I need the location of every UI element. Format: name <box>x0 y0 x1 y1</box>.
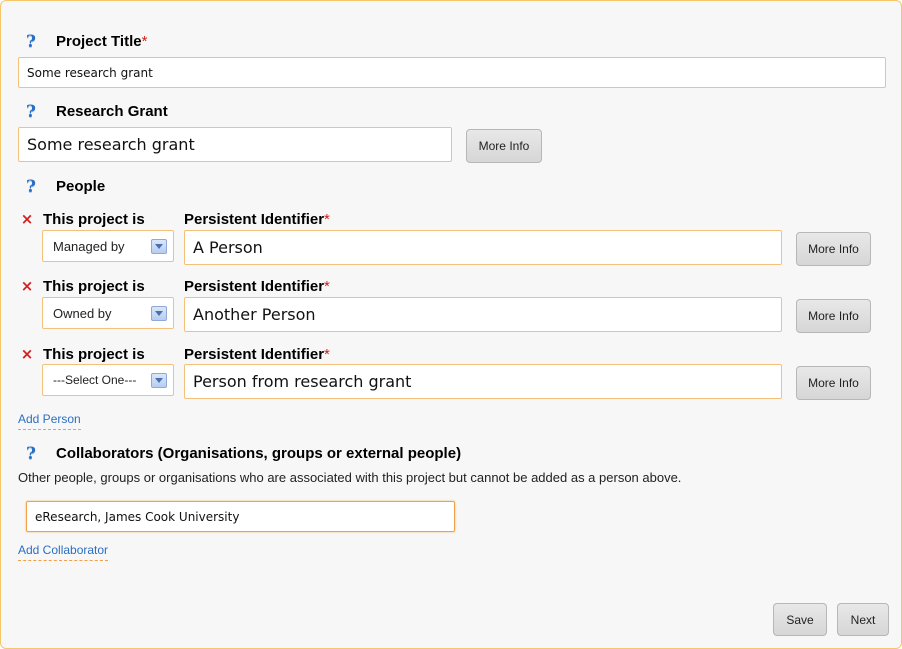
persistent-identifier-input[interactable]: Another Person <box>184 297 782 332</box>
persistent-identifier-label: Persistent Identifier <box>184 211 325 228</box>
project-title-heading: Project Title* <box>56 33 147 51</box>
persistent-identifier-heading: Persistent Identifier* <box>184 278 330 296</box>
chevron-down-icon <box>151 306 167 321</box>
persistent-identifier-heading: Persistent Identifier* <box>184 346 330 364</box>
required-mark: * <box>324 346 330 363</box>
help-icon[interactable]: ? <box>23 33 39 51</box>
required-mark: * <box>324 278 330 295</box>
relation-select-value: Owned by <box>53 305 112 321</box>
research-grant-input[interactable]: Some research grant <box>18 127 452 162</box>
required-mark: * <box>141 33 148 50</box>
collaborators-label: Collaborators (Organisations, groups or … <box>56 445 462 462</box>
person-more-info-button[interactable]: More Info <box>796 366 871 400</box>
remove-person-icon[interactable]: × <box>20 346 34 362</box>
persistent-identifier-input[interactable]: A Person <box>184 230 782 265</box>
next-button[interactable]: Next <box>837 603 889 636</box>
persistent-identifier-heading: Persistent Identifier* <box>184 211 330 229</box>
add-person-link[interactable]: Add Person <box>18 412 81 430</box>
chevron-down-icon <box>151 239 167 254</box>
add-collaborator-link[interactable]: Add Collaborator <box>18 543 109 561</box>
relation-select[interactable]: Owned by <box>42 297 174 329</box>
collaborators-description: Other people, groups or organisations wh… <box>18 470 682 485</box>
person-more-info-button[interactable]: More Info <box>796 232 871 266</box>
help-icon[interactable]: ? <box>23 178 39 196</box>
help-icon[interactable]: ? <box>23 445 39 463</box>
research-grant-label: Research Grant <box>56 103 168 120</box>
relation-label: This project is <box>43 278 145 295</box>
chevron-down-icon <box>151 373 167 388</box>
people-label: People <box>56 178 106 195</box>
remove-person-icon[interactable]: × <box>20 211 34 227</box>
save-button[interactable]: Save <box>773 603 827 636</box>
relation-select[interactable]: ---Select One--- <box>42 364 174 396</box>
persistent-identifier-label: Persistent Identifier <box>184 278 325 295</box>
project-title-label: Project Title <box>56 33 142 50</box>
research-grant-more-info-button[interactable]: More Info <box>466 129 542 163</box>
persistent-identifier-input[interactable]: Person from research grant <box>184 364 782 399</box>
remove-person-icon[interactable]: × <box>20 278 34 294</box>
relation-select[interactable]: Managed by <box>42 230 174 262</box>
relation-select-value: ---Select One--- <box>53 373 137 387</box>
help-icon[interactable]: ? <box>23 103 39 121</box>
person-more-info-button[interactable]: More Info <box>796 299 871 333</box>
relation-select-value: Managed by <box>53 238 125 254</box>
form-panel: ? Project Title* Some research grant ? R… <box>0 0 902 649</box>
relation-label: This project is <box>43 346 145 363</box>
required-mark: * <box>324 211 330 228</box>
project-title-input[interactable]: Some research grant <box>18 57 886 88</box>
relation-label: This project is <box>43 211 145 228</box>
persistent-identifier-label: Persistent Identifier <box>184 346 325 363</box>
collaborator-input[interactable]: eResearch, James Cook University <box>26 501 455 532</box>
